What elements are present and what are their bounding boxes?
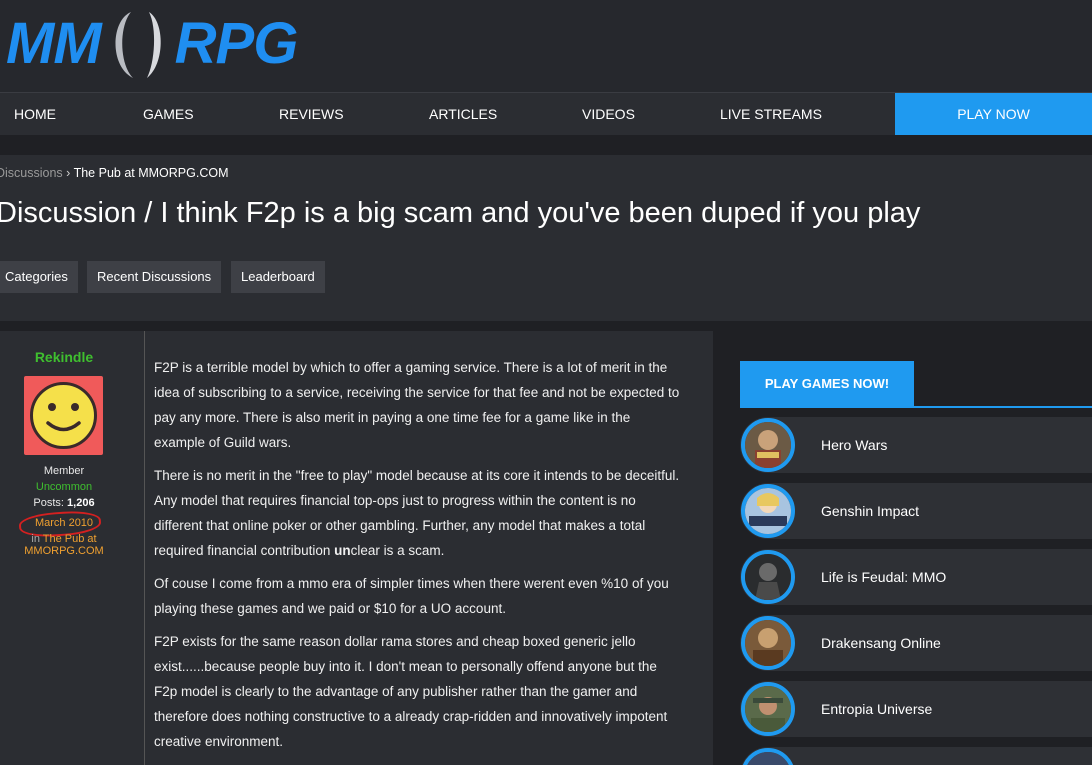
site-header: MM RPG <box>0 0 1092 92</box>
game-name: Genshin Impact <box>821 503 920 519</box>
breadcrumb: Discussions › The Pub at MMORPG.COM <box>0 166 229 180</box>
post-author-panel: Rekindle Member Uncommon Posts: 1,206 Ma… <box>0 331 145 765</box>
genshin-impact-icon <box>741 484 795 538</box>
game-item-entropia-universe[interactable]: Entropia Universe <box>740 681 1092 737</box>
entropia-universe-icon <box>741 682 795 736</box>
game-item-genshin-impact[interactable]: Genshin Impact <box>740 483 1092 539</box>
post-paragraph-1: F2P is a terrible model by which to offe… <box>154 360 680 450</box>
game-name: Life is Feudal: MMO <box>821 569 947 585</box>
breadcrumb-discussions[interactable]: Discussions <box>0 166 63 180</box>
post-body: F2P is a terrible model by which to offe… <box>145 331 713 765</box>
author-posts-label: Posts: <box>33 497 64 509</box>
logo-text-left: MM <box>6 11 102 76</box>
drakensang-online-icon <box>741 616 795 670</box>
nav-home[interactable]: HOME <box>14 93 56 136</box>
post-text: F2P is a terrible model by which to offe… <box>154 355 682 762</box>
author-join-date: March 2010 <box>34 517 94 529</box>
sidebar: PLAY GAMES NOW! Hero Wars Genshin Impact… <box>726 331 1092 765</box>
smiley-face-icon <box>30 382 97 449</box>
game-name: Entropia Universe <box>821 701 933 717</box>
header-gap <box>0 135 1092 155</box>
nav-videos[interactable]: VIDEOS <box>582 93 635 136</box>
breadcrumb-separator: › <box>66 166 71 180</box>
life-is-feudal-icon <box>741 550 795 604</box>
post-paragraph-3: Of couse I come from a mmo era of simple… <box>154 576 669 616</box>
nav-play-now-button[interactable]: PLAY NOW <box>895 93 1092 135</box>
game-item-life-is-feudal[interactable]: Life is Feudal: MMO <box>740 549 1092 605</box>
nav-games[interactable]: GAMES <box>143 93 194 136</box>
post-paragraph-2-bold: un <box>334 543 351 558</box>
site-logo[interactable]: MM RPG <box>6 4 299 84</box>
play-games-divider <box>740 406 1092 408</box>
game-item-hero-wars[interactable]: Hero Wars <box>740 417 1092 473</box>
hero-wars-icon <box>741 418 795 472</box>
nav-reviews[interactable]: REVIEWS <box>279 93 344 136</box>
post-paragraph-2: There is no merit in the "free to play" … <box>154 463 682 563</box>
logo-ring-icon <box>103 6 173 82</box>
post-paragraph-2-end: clear is a scam. <box>350 543 445 558</box>
nav-live-streams[interactable]: LIVE STREAMS <box>720 93 822 136</box>
game-name: Hero Wars <box>821 437 888 453</box>
breadcrumb-current[interactable]: The Pub at MMORPG.COM <box>74 166 229 180</box>
tab-leaderboard[interactable]: Leaderboard <box>231 261 325 293</box>
game-item-partial[interactable] <box>740 747 1092 765</box>
author-site[interactable]: MMORPG.COM <box>0 545 128 557</box>
game-icon <box>741 748 795 765</box>
author-rank: Uncommon <box>35 481 93 493</box>
game-name: Drakensang Online <box>821 635 941 651</box>
discussion-header: Discussions › The Pub at MMORPG.COM Disc… <box>0 155 1092 321</box>
tab-categories[interactable]: Categories <box>0 261 78 293</box>
play-games-heading[interactable]: PLAY GAMES NOW! <box>740 361 914 406</box>
game-item-drakensang-online[interactable]: Drakensang Online <box>740 615 1092 671</box>
author-posts: Posts: 1,206 <box>0 497 128 509</box>
logo-text-right: RPG <box>174 11 299 76</box>
nav-articles[interactable]: ARTICLES <box>429 93 497 136</box>
author-posts-count: 1,206 <box>67 497 95 509</box>
page-title: Discussion / I think F2p is a big scam a… <box>0 197 921 229</box>
main-nav: HOME GAMES REVIEWS ARTICLES VIDEOS LIVE … <box>0 92 1092 135</box>
author-location: in The Pub at <box>0 533 128 545</box>
tab-recent-discussions[interactable]: Recent Discussions <box>87 261 222 293</box>
author-username[interactable]: Rekindle <box>0 349 128 365</box>
author-in-location[interactable]: The Pub at <box>43 533 97 545</box>
author-in-label: in <box>31 533 40 545</box>
author-avatar[interactable] <box>24 376 103 455</box>
author-role: Member <box>43 465 85 477</box>
post-paragraph-4: F2P exists for the same reason dollar ra… <box>154 634 668 749</box>
